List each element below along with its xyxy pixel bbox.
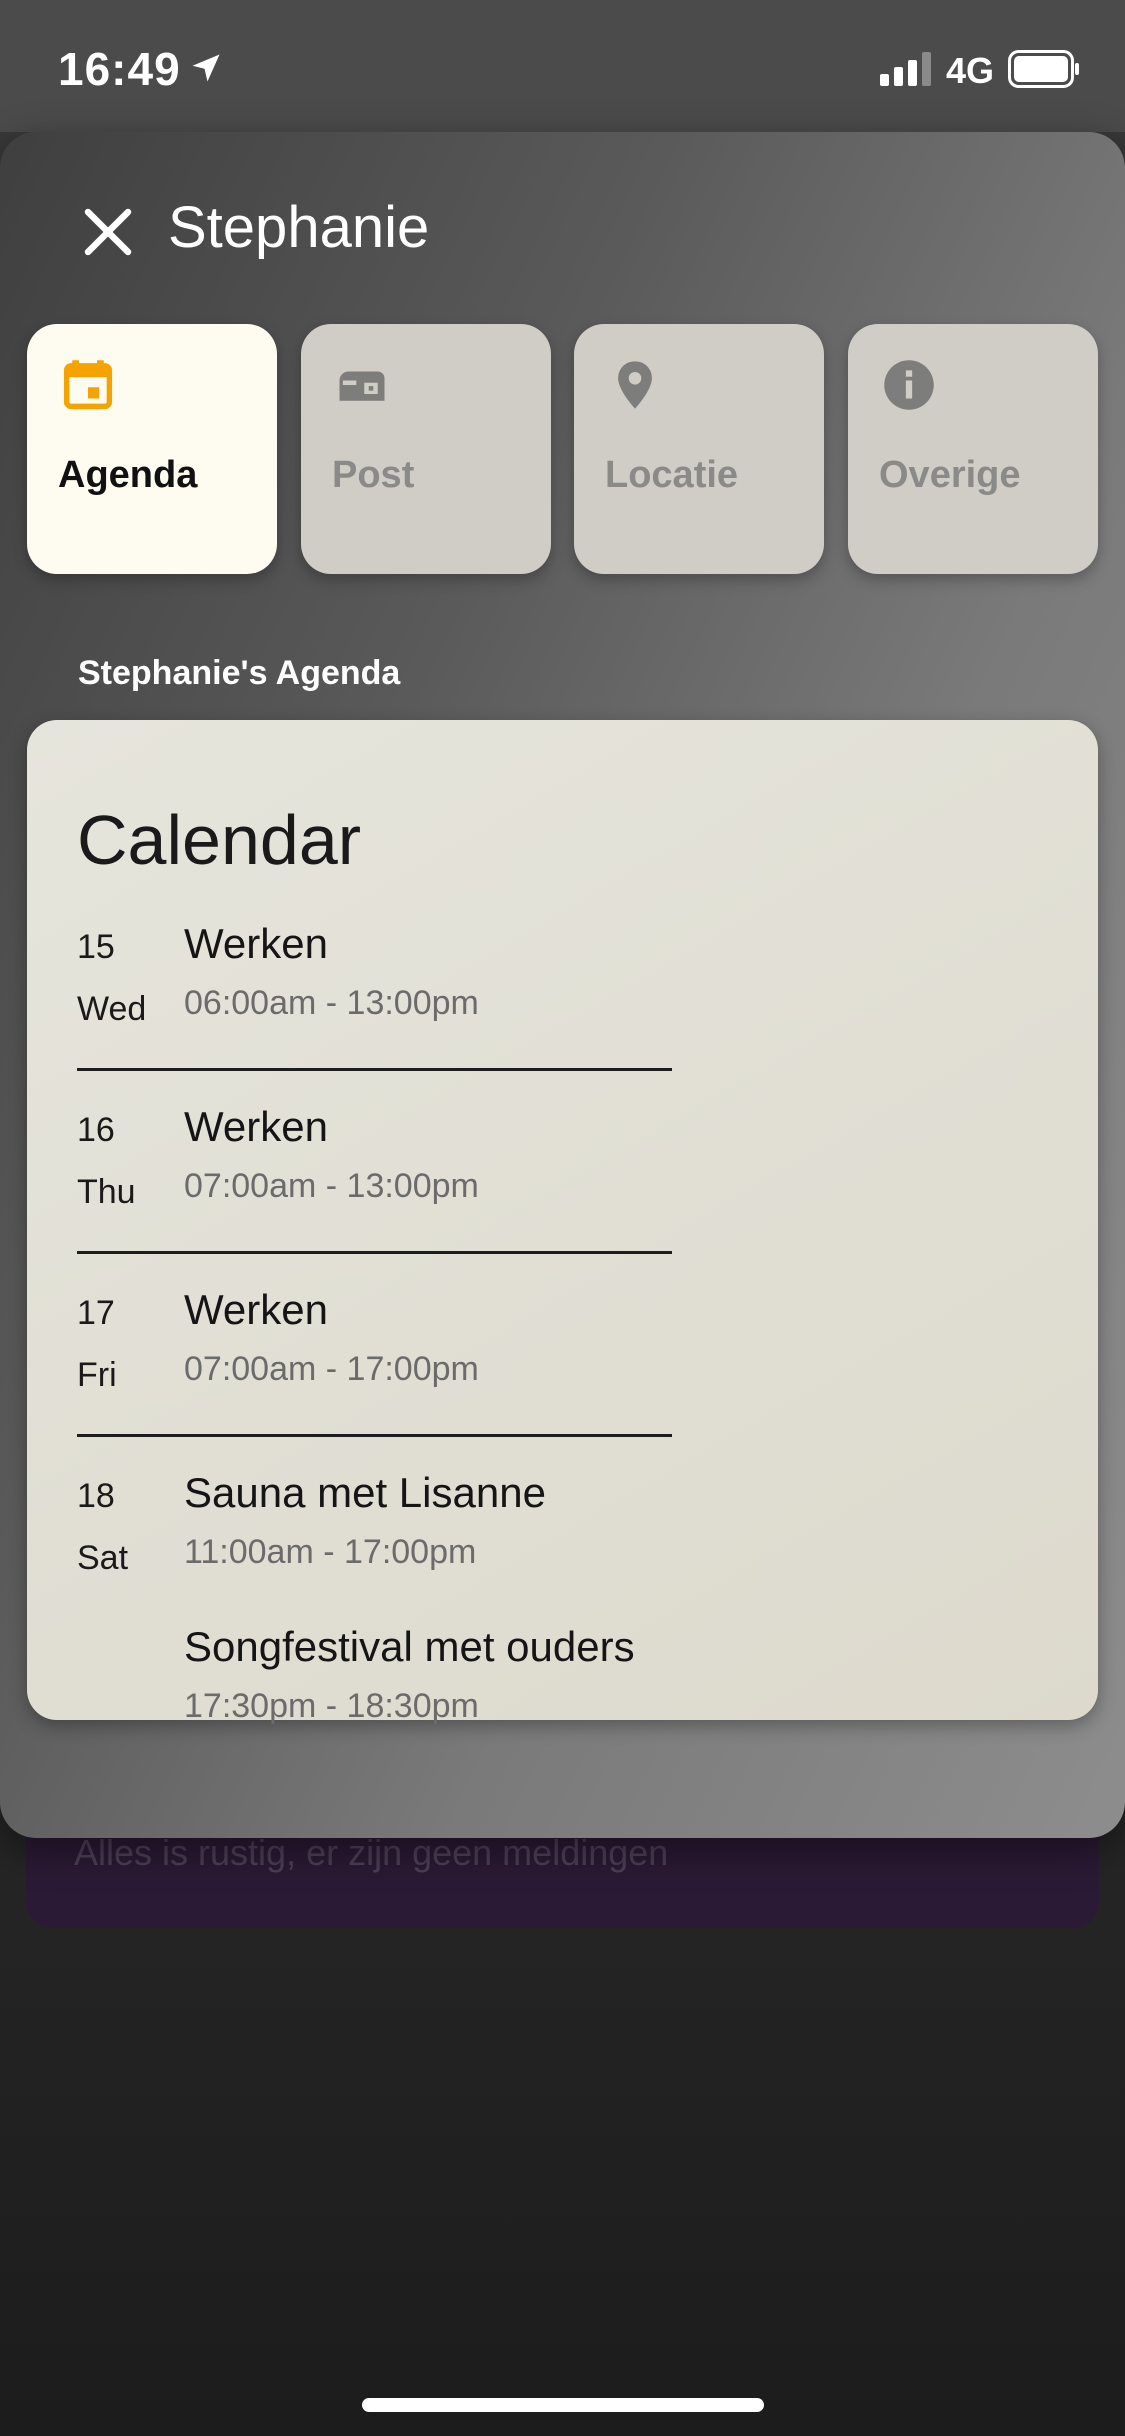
tab-overige[interactable]: Overige (848, 324, 1098, 574)
day-number: 17 (77, 1294, 115, 1332)
location-arrow-icon (192, 54, 220, 82)
network-type: 4G (946, 50, 995, 91)
day-divider (77, 1434, 672, 1437)
event-title: Werken (184, 1286, 328, 1333)
tab-post[interactable]: Post (301, 324, 551, 574)
tab-label: Agenda (58, 454, 198, 496)
calendar-event[interactable]: Songfestival met ouders 17:30pm - 18:30p… (184, 1623, 635, 1726)
section-title: Stephanie's Agenda (78, 654, 401, 692)
event-time: 11:00am - 17:00pm (184, 1533, 477, 1571)
status-time: 16:49 (58, 43, 181, 95)
calendar-event[interactable]: Sauna met Lisanne 11:00am - 17:00pm (184, 1469, 546, 1572)
calendar-title: Calendar (77, 801, 362, 879)
day-divider (77, 1068, 672, 1071)
day-number: 16 (77, 1111, 115, 1149)
calendar-icon (63, 360, 113, 410)
event-title: Werken (184, 1103, 328, 1150)
battery-icon (1008, 50, 1079, 88)
tab-locatie[interactable]: Locatie (574, 324, 824, 574)
event-time: 07:00am - 17:00pm (184, 1350, 479, 1388)
day-name: Sat (77, 1539, 129, 1577)
tab-label: Locatie (605, 454, 739, 496)
calendar-event[interactable]: Werken 07:00am - 13:00pm (184, 1103, 479, 1206)
day-name: Fri (77, 1356, 117, 1394)
calendar-event[interactable]: Werken 07:00am - 17:00pm (184, 1286, 479, 1389)
tab-label: Post (332, 454, 415, 496)
day-divider (77, 1251, 672, 1254)
background-notice-text: Alles is rustig, er zijn geen meldingen (74, 1832, 669, 1873)
day-number: 18 (77, 1477, 115, 1515)
home-indicator[interactable] (362, 2398, 764, 2412)
tab-agenda[interactable]: Agenda (27, 324, 277, 574)
calendar-card: Calendar 15 Wed Werken 06:00am - 13:00pm… (27, 720, 1098, 1725)
event-time: 17:30pm - 18:30pm (184, 1687, 479, 1725)
tab-bar: Agenda Post Locatie Overige (27, 324, 1099, 574)
sheet-title: Stephanie (168, 195, 430, 260)
signal-icon (880, 52, 931, 86)
status-bar: 16:49 4G (0, 0, 1125, 132)
day-name: Wed (77, 990, 147, 1028)
location-pin-icon (618, 361, 652, 409)
person-detail-sheet: Stephanie Agenda Post Locatie Overige St… (0, 132, 1125, 1838)
day-name: Thu (77, 1173, 136, 1211)
event-time: 07:00am - 13:00pm (184, 1167, 479, 1205)
event-title: Sauna met Lisanne (184, 1469, 546, 1516)
calendar-event[interactable]: Werken 06:00am - 13:00pm (184, 920, 479, 1023)
close-icon[interactable] (78, 202, 138, 262)
event-title: Werken (184, 920, 328, 967)
event-time: 06:00am - 13:00pm (184, 984, 479, 1022)
tab-label: Overige (879, 454, 1021, 496)
event-title: Songfestival met ouders (184, 1623, 635, 1670)
mailbox-icon (339, 371, 385, 401)
info-icon (884, 360, 934, 410)
day-number: 15 (77, 928, 115, 966)
